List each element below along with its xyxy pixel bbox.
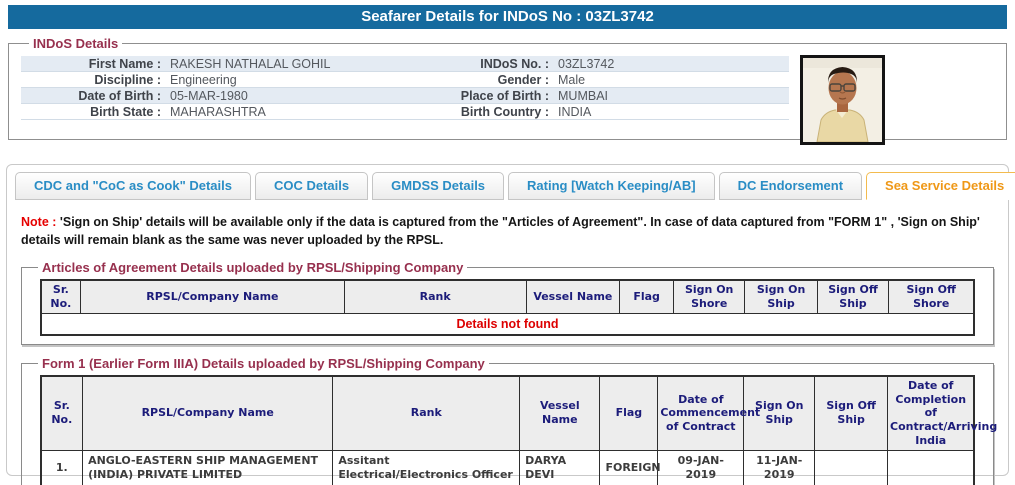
tab-coc-details[interactable]: COC Details [254, 172, 369, 200]
table-cell-sr-no: 1. [40, 449, 84, 485]
field-value-indos-no: 03ZL3742 [558, 56, 615, 71]
field-label-birth-country: Birth Country : [460, 104, 549, 119]
column-header-sign-off-ship: Sign Off Ship [814, 375, 889, 451]
field-value-birth-country: INDIA [558, 104, 592, 119]
column-header-sign-off-shore: Sign Off Shore [887, 279, 975, 314]
column-header-sr-no: Sr. No. [40, 279, 82, 314]
tab-dc-endorsement[interactable]: DC Endorsement [718, 172, 863, 200]
articles-of-agreement-fieldset: Articles of Agreement Details uploaded b… [21, 260, 994, 345]
field-label-birth-state: Birth State : [90, 104, 161, 119]
indos-row: Discipline : Engineering Gender : Male [21, 72, 789, 88]
table-cell-flag: FOREIGN [599, 449, 661, 485]
field-label-discipline: Discipline : [94, 72, 161, 87]
indos-row: Date of Birth : 05-MAR-1980 Place of Birth… [21, 88, 789, 104]
indos-row: First Name : RAKESH NATHALAL GOHIL INDoS N… [21, 56, 789, 72]
seafarer-photo-illustration [803, 58, 882, 142]
tab-gmdss-details[interactable]: GMDSS Details [372, 172, 505, 200]
table-cell-date-of-commencement-of-contract: 09-JAN-2019 [657, 449, 745, 485]
table-header-row: Sr. No. RPSL/Company Name Rank Vessel Name F… [40, 279, 975, 314]
table-row: 1. ANGLO-EASTERN SHIP MANAGEMENT (INDIA) … [40, 449, 975, 485]
column-header-sign-on-shore: Sign On Shore [673, 279, 746, 314]
column-header-rpsl-company-name: RPSL/Company Name [80, 279, 345, 314]
column-header-vessel-name: Vessel Name [519, 375, 601, 451]
column-header-rank: Rank [332, 375, 521, 451]
table-cell-vessel-name: DARYA DEVI [519, 449, 601, 485]
field-label-date-of-birth: Date of Birth : [78, 88, 161, 103]
table-cell-rank: Assitant Electrical/Electronics Officer [332, 449, 521, 485]
table-cell-sign-off-ship [814, 449, 889, 485]
table-cell-rpsl-company-name: ANGLO-EASTERN SHIP MANAGEMENT (INDIA) PR… [82, 449, 334, 485]
tab-rating-watch-keeping-ab[interactable]: Rating [Watch Keeping/AB] [508, 172, 715, 200]
seafarer-photo [800, 55, 885, 145]
column-header-rpsl-company-name: RPSL/Company Name [82, 375, 334, 451]
column-header-flag: Flag [599, 375, 659, 451]
field-label-indos-no: INDoS No. : [480, 56, 549, 71]
tab-bar: CDC and "CoC as Cook" Details COC Details… [7, 165, 1015, 200]
table-header-row: Sr. No. RPSL/Company Name Rank Vessel Name F… [40, 375, 997, 451]
form1-details-table: Sr. No. RPSL/Company Name Rank Vessel Name F… [39, 374, 997, 485]
table-cell-sign-on-ship: 11-JAN-2019 [743, 449, 816, 485]
tab-panel: CDC and "CoC as Cook" Details COC Details… [6, 164, 1015, 485]
field-label-first-name: First Name : [88, 56, 161, 71]
field-value-birth-state: MAHARASHTRA [170, 104, 266, 119]
field-value-date-of-birth: 05-MAR-1980 [170, 88, 248, 103]
column-header-sign-on-ship: Sign On Ship [743, 375, 816, 451]
articles-of-agreement-legend: Articles of Agreement Details uploaded b… [42, 260, 464, 275]
field-value-place-of-birth: MUMBAI [558, 88, 608, 103]
articles-of-agreement-table: Sr. No. RPSL/Company Name Rank Vessel Name F… [39, 279, 976, 336]
column-header-date-of-commencement-of-contract: Date of Commencement of Contract [657, 375, 760, 451]
indos-row: Birth State : MAHARASHTRA Birth Country : I… [21, 104, 789, 120]
column-header-flag: Flag [619, 279, 675, 314]
field-value-first-name: RAKESH NATHALAL GOHIL [170, 56, 331, 71]
column-header-date-of-completion-of-contract-arriving-india: Date of Completion of Contract/Arriving … [887, 375, 997, 451]
empty-message-row: Details not found [40, 312, 975, 336]
tab-cdc-and-coc-as-cook-details[interactable]: CDC and "CoC as Cook" Details [15, 172, 251, 200]
page-title: Seafarer Details for INDoS No : 03ZL3742 [8, 5, 1007, 29]
form1-details-legend: Form 1 (Earlier Form IIIA) Details uploa… [42, 355, 485, 371]
field-value-discipline: Engineering [170, 72, 237, 87]
note-body: 'Sign on Ship' details will be available… [21, 215, 980, 247]
form1-details-fieldset: Form 1 (Earlier Form IIIA) Details uploa… [21, 355, 997, 485]
column-header-rank: Rank [343, 279, 527, 314]
field-value-gender: Male [558, 72, 586, 87]
column-header-sign-off-ship: Sign Off Ship [817, 279, 889, 314]
column-header-sign-on-ship: Sign On Ship [744, 279, 818, 314]
note-prefix: Note : [21, 215, 57, 229]
table-cell-date-of-completion-of-contract-arriving-india [887, 449, 975, 485]
indos-grid: First Name : RAKESH NATHALAL GOHIL INDoS N… [21, 56, 789, 120]
column-header-sr-no: Sr. No. [40, 375, 84, 451]
field-label-place-of-birth: Place of Birth : [460, 88, 549, 103]
indos-details-fieldset: INDoS Details First Name : RAKESH NATHALA… [8, 36, 1007, 145]
note-text: Note : 'Sign on Ship' details will be av… [21, 214, 994, 249]
empty-message-cell: Details not found [40, 312, 975, 336]
indos-details-legend: INDoS Details [33, 36, 119, 51]
field-label-gender: Gender : [497, 72, 549, 87]
column-header-vessel-name: Vessel Name [525, 279, 621, 314]
tab-sea-service-details[interactable]: Sea Service Details [866, 172, 1015, 200]
